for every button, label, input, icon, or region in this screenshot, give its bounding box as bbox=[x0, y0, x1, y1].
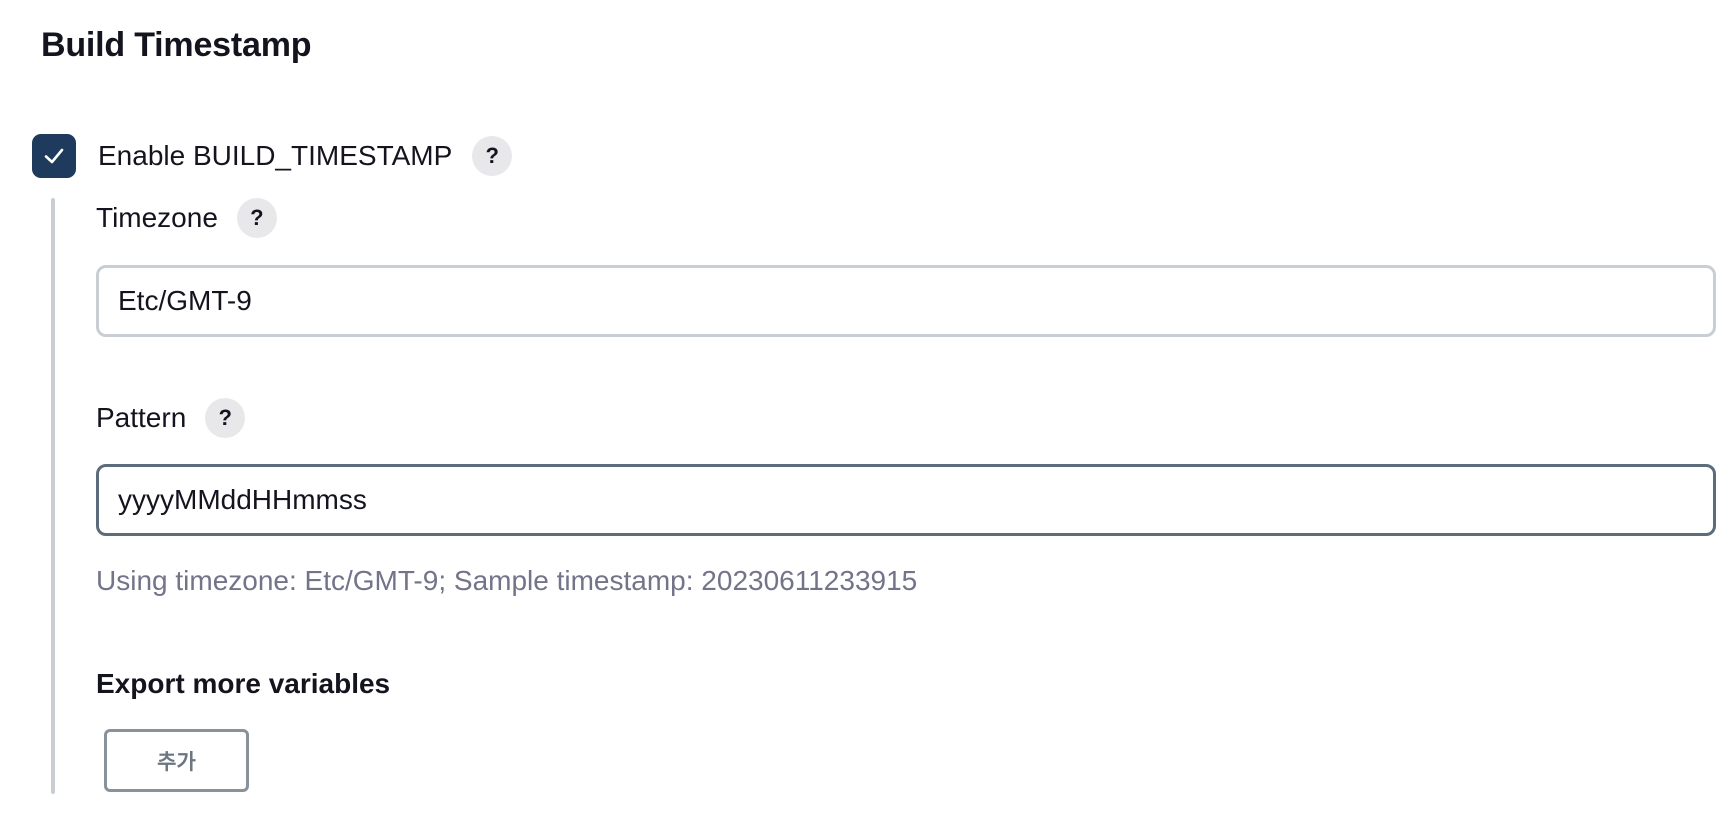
pattern-label: Pattern bbox=[96, 402, 187, 433]
section-title: Build Timestamp bbox=[41, 26, 312, 64]
timezone-label-row: Timezone ? bbox=[96, 198, 277, 238]
enable-build-timestamp-label[interactable]: Enable BUILD_TIMESTAMP bbox=[98, 134, 452, 178]
timezone-label: Timezone bbox=[96, 202, 218, 233]
export-variables-heading: Export more variables bbox=[96, 668, 391, 699]
timestamp-preview-hint: Using timezone: Etc/GMT-9; Sample timest… bbox=[96, 565, 918, 596]
enable-build-timestamp-checkbox[interactable] bbox=[32, 134, 76, 178]
timezone-help-icon[interactable]: ? bbox=[236, 198, 277, 238]
pattern-help-icon[interactable]: ? bbox=[205, 398, 246, 438]
add-variable-button[interactable]: 추가 bbox=[104, 729, 249, 792]
timezone-input[interactable] bbox=[96, 265, 1716, 337]
nested-options-bar bbox=[51, 198, 55, 794]
checkmark-icon bbox=[44, 148, 64, 164]
pattern-input[interactable] bbox=[96, 464, 1716, 536]
enable-build-timestamp-row: Enable BUILD_TIMESTAMP ? bbox=[32, 134, 513, 178]
enable-help-icon[interactable]: ? bbox=[472, 136, 513, 176]
pattern-label-row: Pattern ? bbox=[96, 398, 246, 438]
